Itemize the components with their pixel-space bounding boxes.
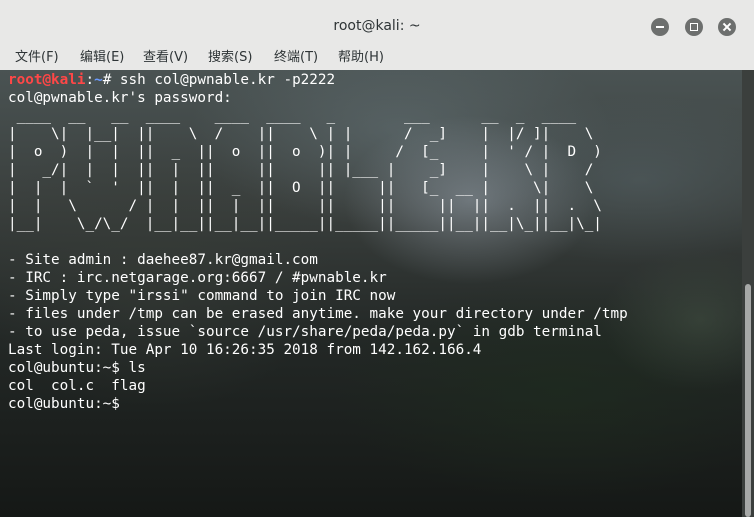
menu-edit[interactable]: 编辑(E)	[80, 50, 124, 66]
terminal-line: - Simply type "irssi" command to join IR…	[8, 288, 396, 304]
ascii-art-line: |__| \_/\_/ |__|__||__|__||_____||_____|…	[8, 216, 602, 232]
ascii-art-line: | o ) | | || _ || o || o )| | / [_ | ' /…	[8, 144, 602, 160]
prompt-user: root	[8, 72, 43, 88]
ascii-art-line: | | \ / | | || | || || || || || . || . \	[8, 198, 602, 214]
terminal-current-prompt: col@ubuntu:~$	[8, 396, 120, 412]
terminal-line: col@ubuntu:~$ ls	[8, 360, 146, 376]
menu-help[interactable]: 帮助(H)	[338, 50, 384, 66]
menu-file[interactable]: 文件(F)	[15, 50, 59, 66]
prompt-host: kali	[51, 72, 86, 88]
ascii-art-line: | _/| | | || | || || || |___ | _] | \ | …	[8, 162, 594, 178]
terminal-line: col col.c flag	[8, 378, 146, 394]
prompt-command: ssh col@pwnable.kr -p2222	[119, 72, 336, 88]
terminal-line: - files under /tmp can be erased anytime…	[8, 306, 628, 322]
menu-search[interactable]: 搜索(S)	[208, 50, 252, 66]
menu-view[interactable]: 查看(V)	[143, 50, 188, 66]
prompt-path: ~	[94, 72, 103, 88]
terminal-scrollbar[interactable]	[742, 70, 754, 517]
terminal-line: - to use peda, issue `source /usr/share/…	[8, 324, 602, 340]
prompt-suffix: #	[102, 72, 120, 88]
menu-terminal[interactable]: 终端(T)	[274, 50, 318, 66]
ascii-art-line: | | | ` ' || | || _ || O || || [_ __ | \…	[8, 180, 594, 196]
ascii-art-line: | \| |__| || \ / || \ | | / _] | |/ ]| \	[8, 126, 594, 142]
terminal-line: - IRC : irc.netgarage.org:6667 / #pwnabl…	[8, 270, 387, 286]
window-maximize-icon[interactable]	[685, 18, 703, 36]
title-bar[interactable]: root@kali: ~	[0, 0, 754, 46]
window-close-icon[interactable]	[718, 18, 736, 36]
terminal-line: col@pwnable.kr's password:	[8, 90, 232, 106]
menu-bar: 文件(F) 编辑(E) 查看(V) 搜索(S) 终端(T) 帮助(H)	[0, 46, 754, 70]
prompt-at: @	[42, 72, 52, 88]
terminal-area[interactable]: root@kali:~# ssh col@pwnable.kr -p2222 c…	[0, 70, 742, 517]
terminal-line: - Site admin : daehee87.kr@gmail.com	[8, 252, 318, 268]
terminal-prompt-line: root@kali:~# ssh col@pwnable.kr -p2222	[8, 71, 335, 89]
prompt-separator: :	[85, 72, 95, 88]
window-minimize-icon[interactable]	[651, 18, 669, 36]
terminal-window: root@kali: ~ 文件(F) 编辑(E) 查看(V) 搜索(S) 终端(…	[0, 0, 754, 517]
terminal-line: Last login: Tue Apr 10 16:26:35 2018 fro…	[8, 342, 482, 358]
scrollbar-thumb[interactable]	[745, 284, 751, 517]
ascii-art-line: ____ __ __ ____ ____ ____ _ ___ __ _ ___…	[8, 108, 577, 124]
window-title: root@kali: ~	[333, 18, 421, 34]
